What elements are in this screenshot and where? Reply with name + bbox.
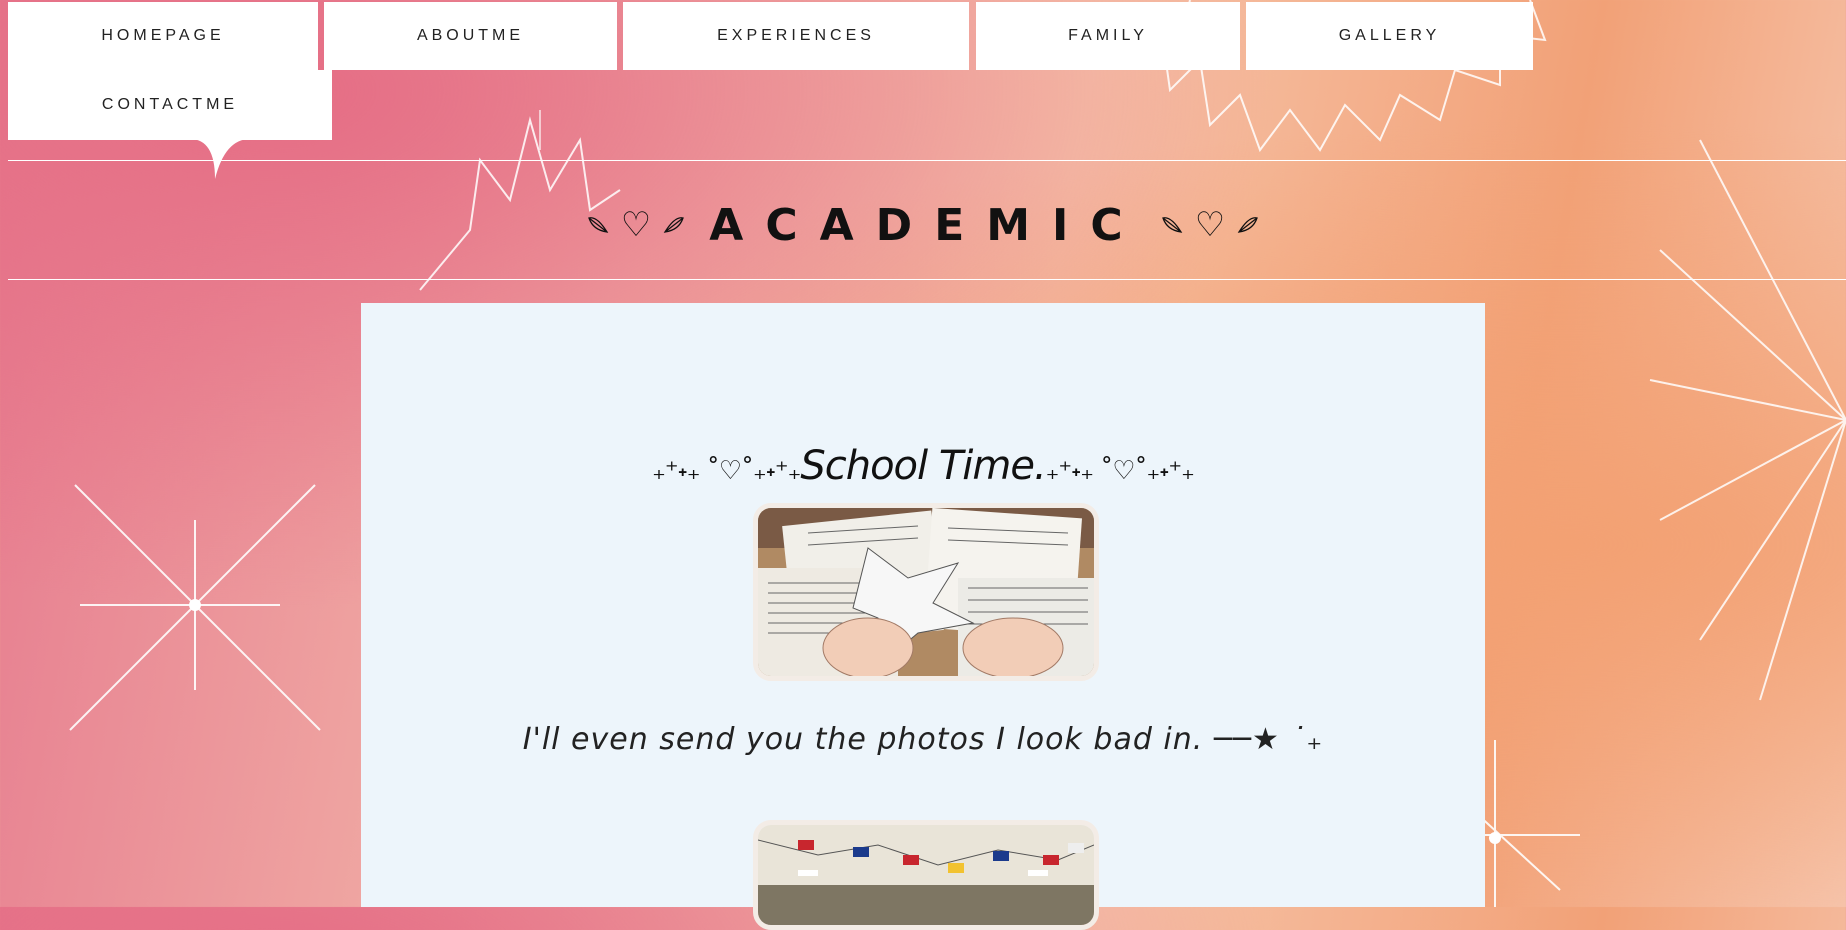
classroom-photo	[758, 825, 1094, 925]
leaf-icon	[1237, 217, 1259, 233]
nav-contactme[interactable]: CONTACTME	[8, 70, 332, 140]
page-heading: ♡ ACADEMIC ♡	[0, 195, 1846, 255]
school-photo-origami[interactable]	[753, 503, 1099, 681]
nav-gallery-label: GALLERY	[1338, 27, 1441, 44]
leaf-icon	[587, 217, 609, 233]
nav-experiences-label: EXPERIENCES	[717, 27, 875, 44]
nav-family-label: FAMILY	[1068, 27, 1148, 44]
nav-experiences[interactable]: EXPERIENCES	[623, 2, 969, 70]
content-panel: ₊⁺˖₊ ˚♡˚₊˖⁺₊School Time.₊⁺˖₊ ˚♡˚₊˖⁺₊ I'l…	[361, 303, 1485, 930]
photo-caption: I'll even send you the photos I look bad…	[522, 722, 1324, 757]
page-title: ACADEMIC	[709, 199, 1145, 251]
nav-family[interactable]: FAMILY	[976, 2, 1240, 70]
nav-homepage-label: HOMEPAGE	[101, 27, 225, 44]
section-title: ₊⁺˖₊ ˚♡˚₊˖⁺₊School Time.₊⁺˖₊ ˚♡˚₊˖⁺₊	[361, 443, 1485, 489]
nav-homepage[interactable]: HOMEPAGE	[8, 2, 318, 70]
leaf-icon	[663, 217, 685, 233]
leaf-icon	[1161, 217, 1183, 233]
heart-icon: ♡	[1194, 206, 1226, 244]
sparkle-decoration-right: ₊⁺˖₊ ˚♡˚₊˖⁺₊	[1045, 456, 1195, 486]
nav-gallery[interactable]: GALLERY	[1246, 2, 1533, 70]
section-title-text: School Time.	[800, 443, 1046, 489]
nav-contactme-label: CONTACTME	[101, 96, 239, 113]
sparkle-decoration-left: ₊⁺˖₊ ˚♡˚₊˖⁺₊	[652, 456, 801, 486]
divider-bottom	[8, 279, 1846, 280]
divider-top	[8, 160, 1846, 161]
nav-aboutme-label: ABOUTME	[416, 27, 525, 44]
heart-icon: ♡	[620, 206, 652, 244]
school-photo-classroom[interactable]	[753, 820, 1099, 930]
nav-aboutme[interactable]: ABOUTME	[324, 2, 617, 70]
origami-illustration	[758, 508, 1094, 676]
